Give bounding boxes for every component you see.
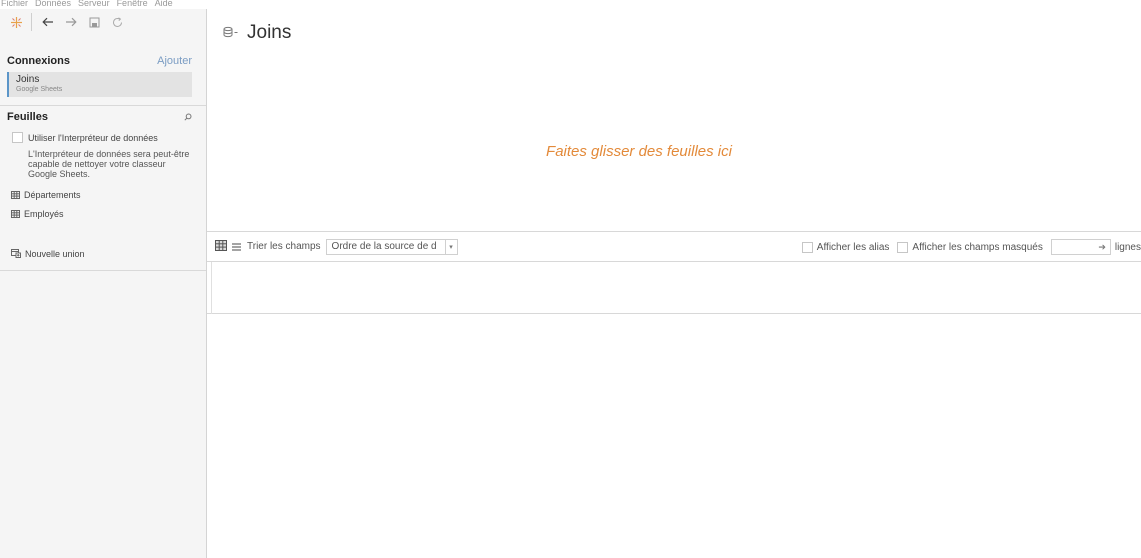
interpreter-checkbox[interactable] — [12, 132, 23, 143]
sheet-label: Employés — [24, 209, 64, 219]
search-icon[interactable] — [184, 110, 192, 124]
datasource-header: Joins — [223, 22, 291, 44]
toolbar-separator — [31, 13, 32, 31]
grid-view-icon[interactable] — [215, 239, 227, 254]
menu-serveur[interactable]: Serveur — [78, 0, 110, 9]
show-alias-checkbox[interactable] — [801, 241, 813, 253]
new-union-label: Nouvelle union — [25, 249, 85, 259]
show-hidden-checkbox[interactable] — [897, 241, 909, 253]
menu-fenetre[interactable]: Fenêtre — [117, 0, 148, 9]
menu-aide[interactable]: Aide — [155, 0, 173, 9]
sheet-item-departements[interactable]: Départements — [0, 188, 206, 202]
drop-zone-hint: Faites glisser des feuilles ici — [546, 143, 732, 160]
refresh-icon[interactable] — [107, 12, 127, 32]
forward-arrow-icon[interactable] — [61, 12, 81, 32]
database-dropdown-icon[interactable] — [223, 26, 239, 41]
left-sidebar: Connexions Ajouter Joins Google Sheets F… — [0, 9, 207, 558]
sidebar-toolbar — [0, 9, 206, 35]
connection-type: Google Sheets — [16, 86, 63, 93]
connection-name: Joins — [16, 74, 40, 85]
sheet-label: Départements — [24, 190, 81, 200]
new-union-item[interactable]: Nouvelle union — [0, 247, 206, 261]
datasource-title[interactable]: Joins — [247, 22, 291, 44]
sort-fields-value: Ordre de la source de d — [331, 241, 437, 252]
connection-item[interactable]: Joins Google Sheets — [7, 72, 192, 97]
menu-fichier[interactable]: Fichier — [1, 0, 28, 9]
sheets-title: Feuilles — [7, 111, 48, 123]
connections-header: Connexions Ajouter — [0, 55, 206, 67]
back-arrow-icon[interactable] — [38, 12, 58, 32]
save-icon[interactable] — [84, 12, 104, 32]
list-view-icon[interactable] — [232, 240, 241, 254]
show-alias-label: Afficher les alias — [816, 241, 890, 253]
grid-toolbar: Trier les champs Ordre de la source de d… — [207, 231, 1141, 262]
section-divider — [0, 270, 206, 271]
add-connection-link[interactable]: Ajouter — [157, 55, 192, 67]
interpreter-option[interactable]: Utiliser l'Interpréteur de données — [0, 132, 206, 143]
grid-options: Afficher les alias Afficher les champs m… — [801, 239, 1141, 255]
tableau-logo-icon[interactable] — [6, 12, 26, 32]
grid-edge — [211, 262, 212, 314]
sheets-header: Feuilles — [0, 110, 206, 124]
sheet-item-employes[interactable]: Employés — [0, 207, 206, 221]
connections-title: Connexions — [7, 55, 70, 67]
arrow-right-icon[interactable]: ➔ — [1098, 242, 1106, 253]
show-hidden-label: Afficher les champs masqués — [912, 241, 1043, 253]
data-grid[interactable] — [207, 262, 1141, 314]
table-icon — [11, 207, 20, 221]
menu-donnees[interactable]: Données — [35, 0, 71, 9]
sort-fields-dropdown[interactable]: Ordre de la source de d ▾ — [325, 238, 458, 255]
rows-count-input[interactable]: ➔ — [1050, 239, 1111, 255]
union-icon — [11, 247, 21, 261]
sort-fields-label: Trier les champs — [247, 241, 321, 252]
rows-label: lignes — [1114, 241, 1141, 253]
main-canvas: Joins Faites glisser des feuilles ici Tr… — [207, 9, 1141, 558]
interpreter-description: L'Interpréteur de données sera peut-être… — [28, 149, 190, 179]
interpreter-label: Utiliser l'Interpréteur de données — [28, 132, 158, 143]
section-divider — [0, 105, 206, 106]
chevron-down-icon[interactable]: ▾ — [444, 239, 457, 254]
menu-bar: Fichier Données Serveur Fenêtre Aide — [0, 0, 1141, 9]
table-icon — [11, 188, 20, 202]
